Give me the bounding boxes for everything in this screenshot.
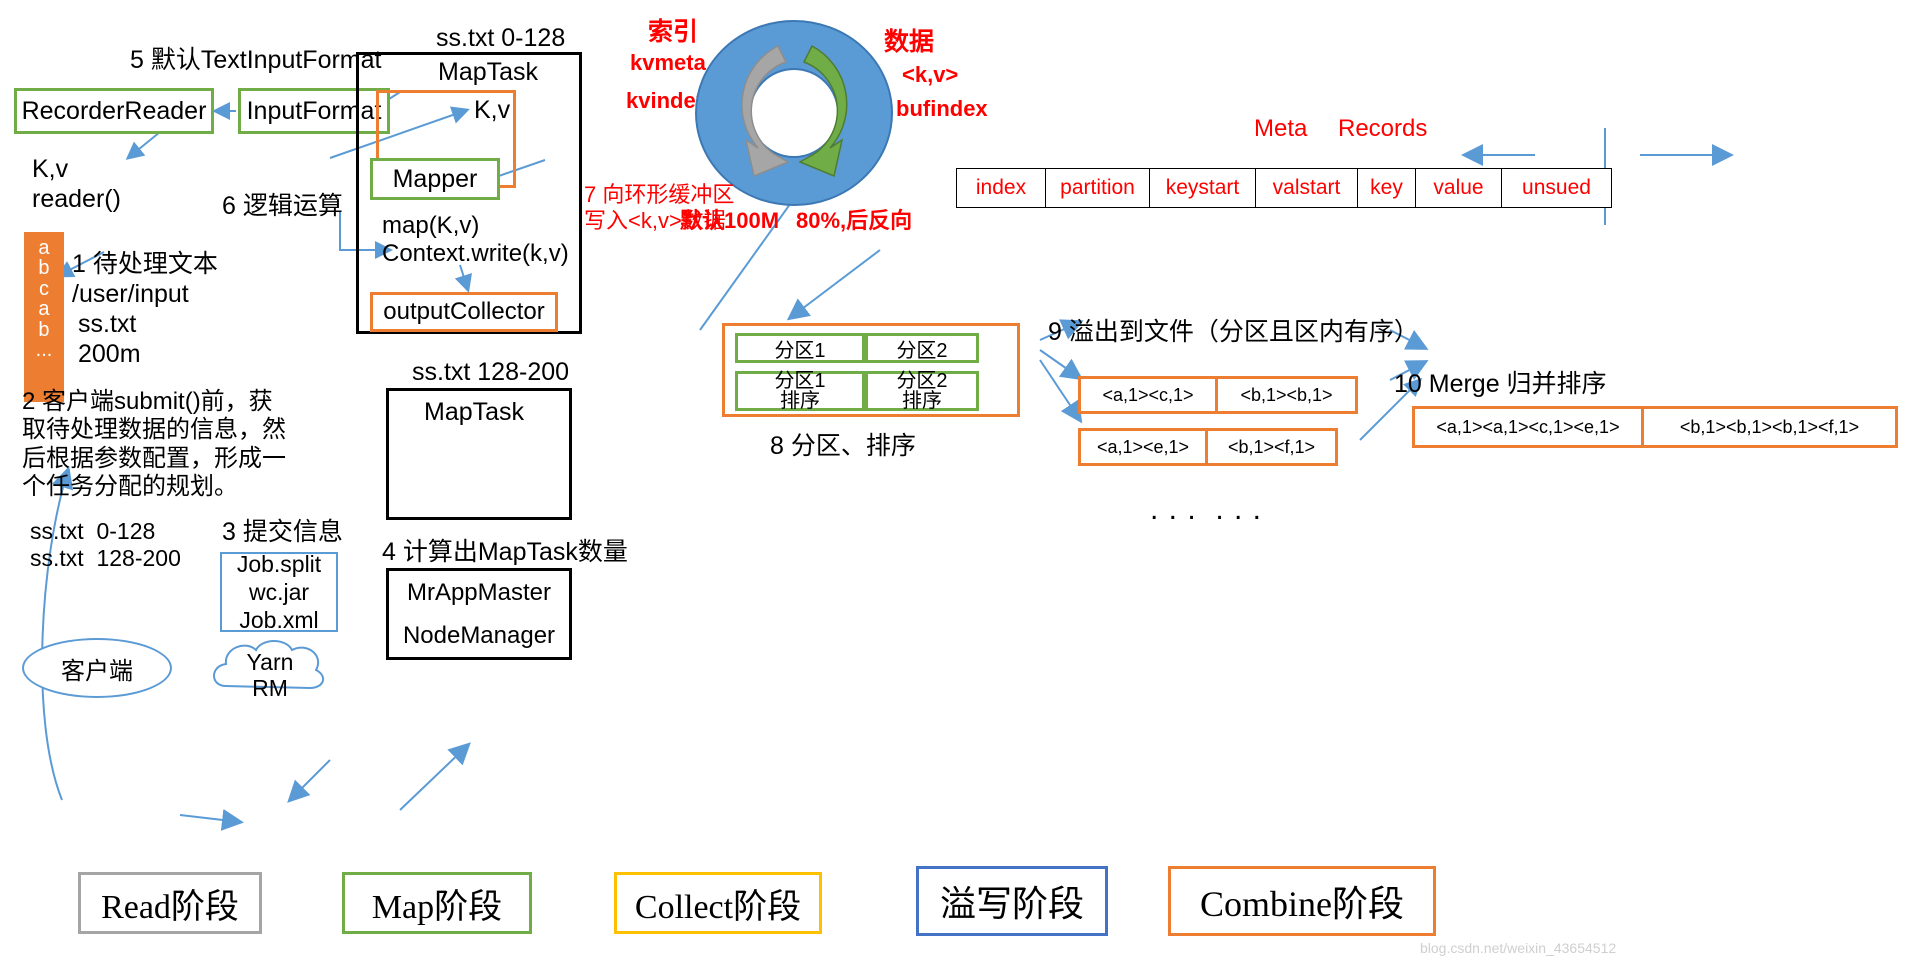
client-ellipse[interactable]: 客户端	[22, 638, 172, 698]
recorder-reader-label: RecorderReader	[21, 96, 207, 125]
ellipsis-label: . . . . . .	[1150, 493, 1263, 526]
step4-label: 4 计算出MapTask数量	[382, 538, 628, 566]
stage-combine-label: Combine阶段	[1200, 884, 1404, 924]
bufindex-label: bufindex	[896, 96, 988, 121]
step9-label: 9 溢出到文件（分区且区内有序）	[1048, 318, 1419, 346]
step1-label: 1 待处理文本 /user/input	[72, 250, 218, 308]
maptask1-range-label: ss.txt 0-128	[436, 24, 566, 52]
step10-label: 10 Merge 归并排序	[1394, 370, 1607, 398]
nodemanager-label: NodeManager	[402, 621, 556, 649]
yarn-rm-label: Yarn RM	[246, 649, 294, 701]
mrappmaster-label: MrAppMaster	[406, 578, 552, 606]
stage-collect-label: Collect阶段	[634, 888, 802, 926]
records-label: Records	[1338, 115, 1428, 142]
splits-label: ss.txt 0-128 ss.txt 128-200	[30, 518, 181, 572]
maptask2-range-label: ss.txt 128-200	[412, 358, 570, 386]
job-split-label: Job.split wc.jar Job.xml	[236, 550, 322, 634]
input-data-bar: a b c a b ...	[24, 232, 64, 402]
meta-label: Meta	[1254, 115, 1308, 142]
spill-file-row-2: <a,1><e,1> <b,1><f,1>	[1078, 428, 1338, 466]
job-split-box[interactable]: Job.split wc.jar Job.xml	[220, 550, 338, 634]
mapper-label: Mapper	[392, 164, 478, 193]
ring-buffer-donut	[694, 18, 894, 208]
output-collector-box[interactable]: outputCollector	[370, 292, 558, 332]
stage-spill[interactable]: 溢写阶段	[916, 866, 1108, 936]
merge-cell[interactable]: <a,1><a,1><c,1><e,1>	[1412, 406, 1644, 448]
cell-keystart[interactable]: keystart	[1150, 168, 1256, 208]
cell-partition[interactable]: partition	[1046, 168, 1150, 208]
partition1-sorted-box[interactable]: 分区1 排序	[735, 369, 865, 412]
partition2-sorted-box[interactable]: 分区2 排序	[865, 369, 979, 412]
kv-reader-label: K,v reader()	[32, 155, 121, 213]
eighty-percent-label: 80%,后反向	[796, 208, 913, 233]
spill-cell[interactable]: <a,1><e,1>	[1078, 428, 1208, 466]
maptask1-label: MapTask	[438, 58, 539, 86]
spill-cell[interactable]: <b,1><b,1>	[1218, 376, 1358, 414]
cell-key[interactable]: key	[1358, 168, 1416, 208]
step2-label: 2 客户端submit()前，获 取待处理数据的信息，然 后根据参数配置，形成一…	[22, 388, 286, 500]
default-100m-label: 默认100M	[680, 208, 780, 233]
watermark: blog.csdn.net/weixin_43654512	[1420, 940, 1617, 956]
step8-label: 8 分区、排序	[770, 432, 916, 460]
recorder-reader-box[interactable]: RecorderReader	[14, 88, 214, 134]
output-collector-label: outputCollector	[383, 298, 545, 325]
partition1-box[interactable]: 分区1	[735, 333, 865, 363]
kv-label: K,v	[474, 96, 511, 124]
merge-cell[interactable]: <b,1><b,1><b,1><f,1>	[1644, 406, 1898, 448]
stage-read-label: Read阶段	[101, 888, 239, 926]
spill-file-row-1: <a,1><c,1> <b,1><b,1>	[1078, 376, 1358, 414]
index-label: 索引	[648, 18, 699, 46]
spill-cell[interactable]: <b,1><f,1>	[1208, 428, 1338, 466]
kv-angle-label: <k,v>	[902, 62, 959, 87]
kvbuffer-table: index partition keystart valstart key va…	[956, 168, 1612, 208]
step6-label: 6 逻辑运算	[222, 192, 343, 220]
mapper-box[interactable]: Mapper	[370, 158, 500, 200]
partition2-box[interactable]: 分区2	[865, 333, 979, 363]
mrappmaster-box[interactable]: MrAppMaster NodeManager	[386, 568, 572, 660]
cell-unsued[interactable]: unsued	[1502, 168, 1612, 208]
client-label: 客户端	[61, 657, 133, 685]
stage-spill-label: 溢写阶段	[939, 884, 1084, 924]
cell-value[interactable]: value	[1416, 168, 1502, 208]
sstxt-size-label: ss.txt 200m	[78, 310, 141, 368]
map-write-label: map(K,v) Context.write(k,v)	[382, 212, 569, 268]
merge-file-row: <a,1><a,1><c,1><e,1> <b,1><b,1><b,1><f,1…	[1412, 406, 1898, 448]
stage-combine[interactable]: Combine阶段	[1168, 866, 1436, 936]
spill-cell[interactable]: <a,1><c,1>	[1078, 376, 1218, 414]
partition2-sorted-label: 分区2 排序	[896, 369, 948, 412]
partition2-label: 分区2	[896, 339, 948, 362]
cell-valstart[interactable]: valstart	[1256, 168, 1358, 208]
stage-map-label: Map阶段	[371, 888, 503, 926]
cell-index[interactable]: index	[956, 168, 1046, 208]
connector-layer	[41, 91, 1734, 831]
partition1-label: 分区1	[774, 339, 826, 362]
stage-map[interactable]: Map阶段	[342, 872, 532, 934]
yarn-cloud[interactable]: Yarn RM	[208, 636, 332, 701]
partition1-sorted-label: 分区1 排序	[774, 369, 826, 412]
maptask2-label: MapTask	[424, 398, 525, 426]
input-data-chars: a b c a b ...	[35, 237, 53, 361]
step3-label: 3 提交信息	[222, 518, 343, 546]
stage-read[interactable]: Read阶段	[78, 872, 262, 934]
stage-collect[interactable]: Collect阶段	[614, 872, 822, 934]
step5-label: 5 默认TextInputFormat	[130, 46, 382, 74]
